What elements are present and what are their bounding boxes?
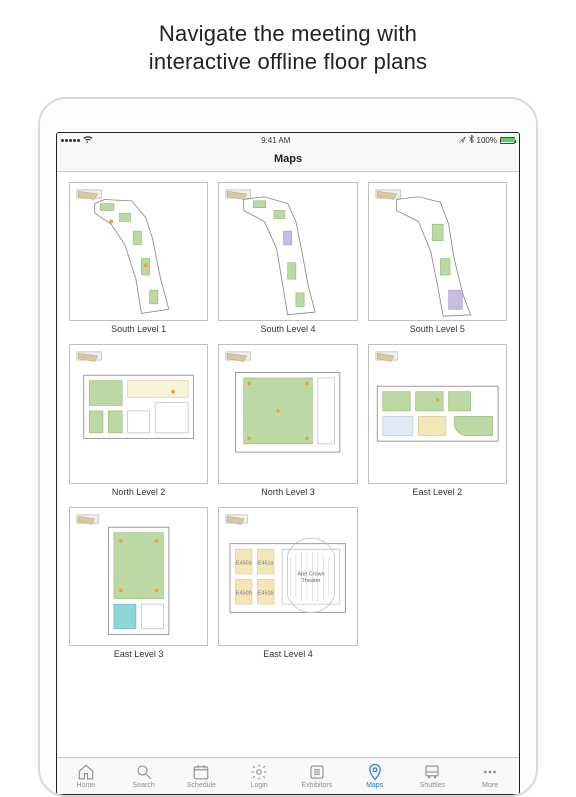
- more-icon: [481, 763, 499, 781]
- floorplan-south1-icon: [70, 183, 207, 320]
- map-card-south-level-4[interactable]: South Level 4: [218, 182, 357, 334]
- map-label: East Level 3: [114, 649, 164, 659]
- svg-text:E450b: E450b: [236, 590, 252, 596]
- nav-header: Maps: [57, 147, 519, 172]
- bus-icon: [423, 763, 441, 781]
- signal-dots-icon: [61, 139, 80, 142]
- tab-label: Schedule: [187, 782, 216, 789]
- floorplan-east2-icon: [369, 345, 506, 482]
- svg-text:E451b: E451b: [258, 590, 274, 596]
- svg-text:E451a: E451a: [258, 560, 275, 566]
- marketing-headline: Navigate the meeting with interactive of…: [0, 0, 576, 87]
- map-card-south-level-5[interactable]: South Level 5: [368, 182, 507, 334]
- ipad-screen: 9:41 AM 100% Maps: [56, 132, 520, 795]
- floorplan-south5-icon: [369, 183, 506, 320]
- calendar-icon: [192, 763, 210, 781]
- map-thumbnail: [69, 507, 208, 646]
- svg-text:Theater: Theater: [302, 578, 321, 584]
- map-card-east-level-4[interactable]: E450a E450b E451a E451b: [218, 507, 357, 659]
- floorplan-north2-icon: [70, 345, 207, 482]
- status-time: 9:41 AM: [261, 136, 290, 145]
- status-bar: 9:41 AM 100%: [57, 133, 519, 147]
- wifi-icon: [83, 135, 93, 145]
- list-icon: [308, 763, 326, 781]
- tab-login[interactable]: Login: [230, 758, 288, 794]
- map-card-empty: [368, 507, 507, 659]
- map-card-north-level-2[interactable]: North Level 2: [69, 344, 208, 496]
- svg-text:Arie Crown: Arie Crown: [298, 571, 325, 577]
- map-card-north-level-3[interactable]: North Level 3: [218, 344, 357, 496]
- pin-icon: [366, 763, 384, 781]
- tab-label: Maps: [366, 782, 383, 789]
- map-thumbnail: [218, 182, 357, 321]
- tab-exhibitors[interactable]: Exhibitors: [288, 758, 346, 794]
- tab-home[interactable]: Home: [57, 758, 115, 794]
- tab-label: Home: [77, 782, 96, 789]
- battery-percent: 100%: [477, 136, 497, 145]
- map-card-east-level-3[interactable]: East Level 3: [69, 507, 208, 659]
- tab-more[interactable]: More: [461, 758, 519, 794]
- tab-bar: Home Search Schedule Login: [57, 757, 519, 794]
- tab-schedule[interactable]: Schedule: [173, 758, 231, 794]
- tab-shuttles[interactable]: Shuttles: [404, 758, 462, 794]
- map-thumbnail: [368, 344, 507, 483]
- location-arrow-icon: [459, 136, 466, 145]
- maps-content: South Level 1: [57, 172, 519, 757]
- search-icon: [135, 763, 153, 781]
- bluetooth-icon: [469, 135, 474, 145]
- tab-label: Shuttles: [420, 782, 445, 789]
- map-label: South Level 4: [260, 324, 315, 334]
- ipad-frame: 9:41 AM 100% Maps: [38, 97, 538, 797]
- floorplan-east4-icon: E450a E450b E451a E451b: [219, 508, 356, 645]
- map-label: East Level 2: [413, 487, 463, 497]
- headline-line1: Navigate the meeting with: [159, 21, 417, 46]
- map-thumbnail: [368, 182, 507, 321]
- floorplan-north3-icon: [219, 345, 356, 482]
- tab-label: Exhibitors: [302, 782, 333, 789]
- battery-icon: [500, 137, 515, 144]
- tab-label: Login: [251, 782, 268, 789]
- map-card-south-level-1[interactable]: South Level 1: [69, 182, 208, 334]
- map-label: South Level 1: [111, 324, 166, 334]
- map-label: South Level 5: [410, 324, 465, 334]
- floorplan-east3-icon: [70, 508, 207, 645]
- headline-line2: interactive offline floor plans: [149, 49, 428, 74]
- map-label: East Level 4: [263, 649, 313, 659]
- home-icon: [77, 763, 95, 781]
- tab-label: Search: [133, 782, 155, 789]
- map-card-east-level-2[interactable]: East Level 2: [368, 344, 507, 496]
- page-title: Maps: [274, 153, 302, 165]
- tab-label: More: [482, 782, 498, 789]
- map-label: North Level 3: [261, 487, 315, 497]
- map-thumbnail: E450a E450b E451a E451b: [218, 507, 357, 646]
- floorplan-south4-icon: [219, 183, 356, 320]
- map-thumbnail: [69, 182, 208, 321]
- tab-search[interactable]: Search: [115, 758, 173, 794]
- tab-maps[interactable]: Maps: [346, 758, 404, 794]
- map-label: North Level 2: [112, 487, 166, 497]
- gear-icon: [250, 763, 268, 781]
- map-thumbnail: [69, 344, 208, 483]
- maps-grid: South Level 1: [57, 172, 519, 673]
- map-thumbnail: [218, 344, 357, 483]
- svg-text:E450a: E450a: [236, 560, 253, 566]
